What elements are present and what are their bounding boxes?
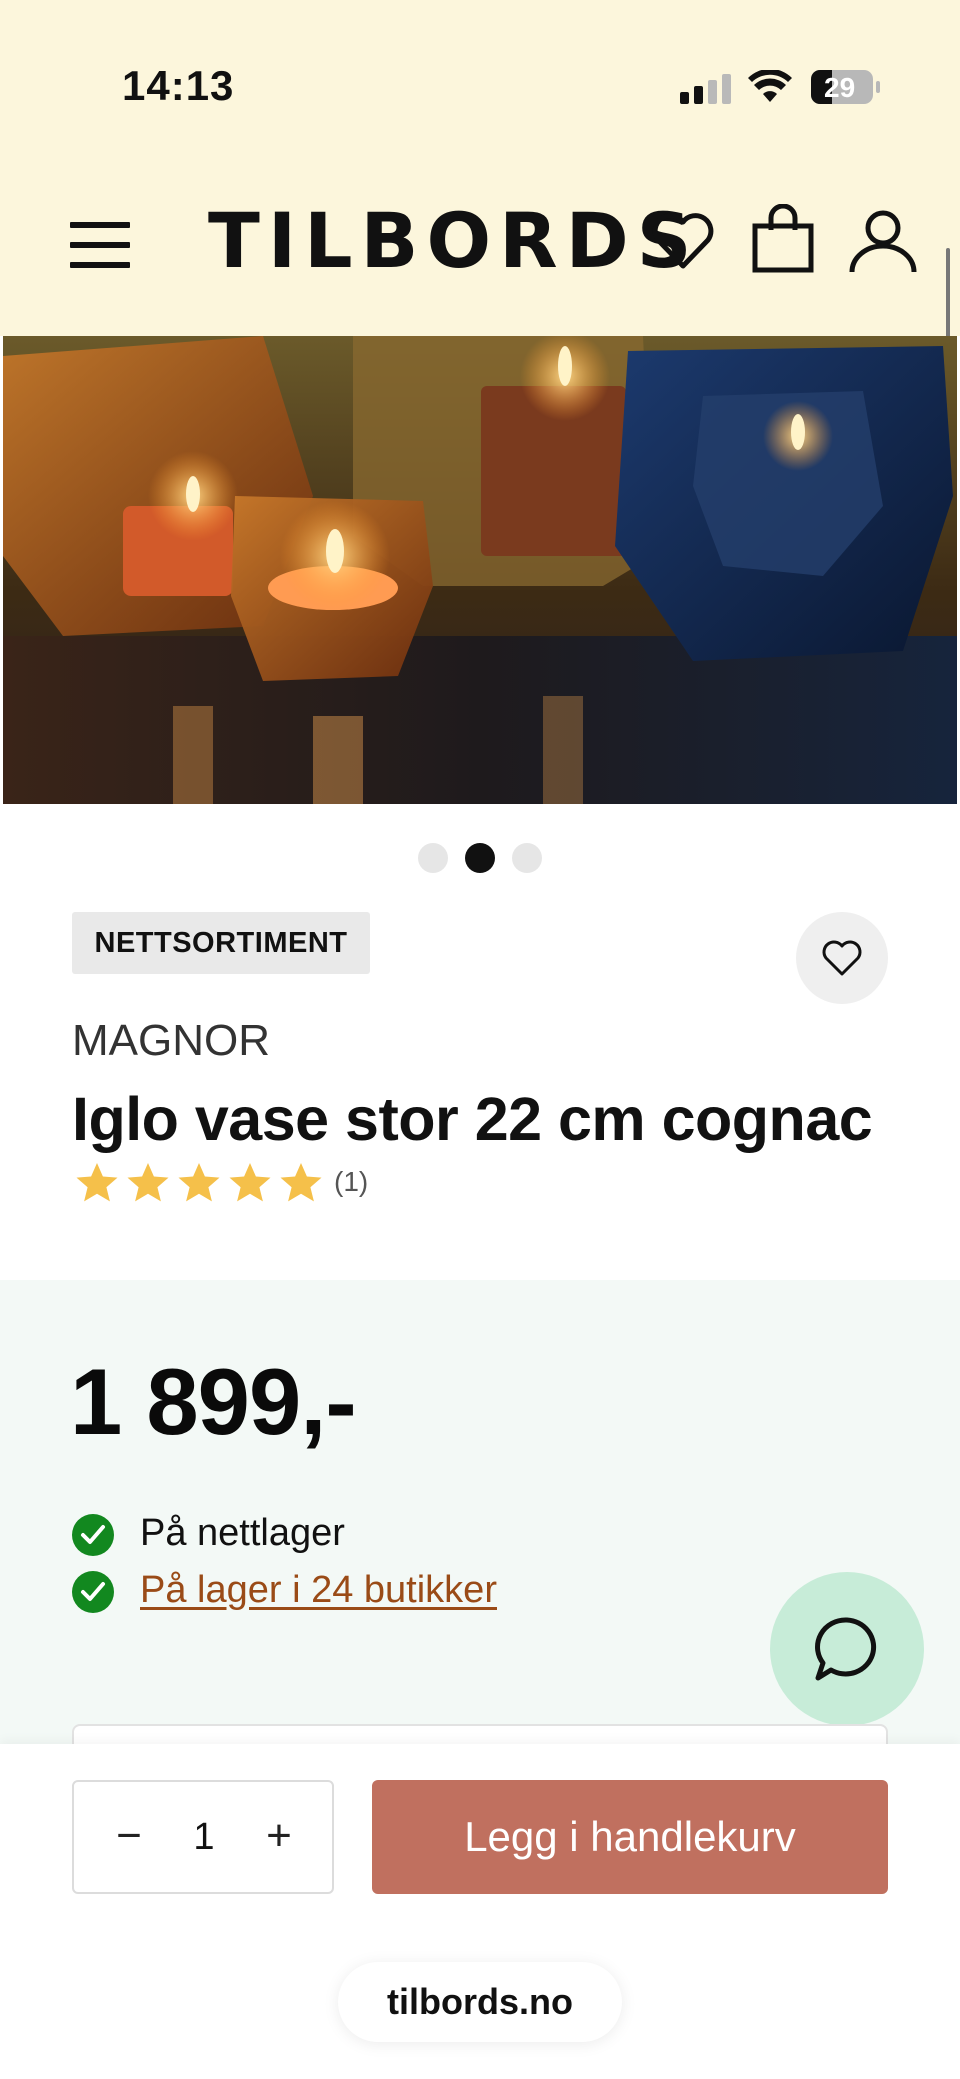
decrease-quantity-button[interactable]: −: [104, 1782, 154, 1892]
chat-bubble-icon: [815, 1617, 877, 1681]
product-badge: NETTSORTIMENT: [72, 912, 370, 974]
check-icon: [72, 1514, 114, 1556]
carousel-dot-1[interactable]: [418, 843, 448, 873]
review-count[interactable]: (1): [334, 1166, 368, 1198]
product-price: 1 899,-: [70, 1349, 357, 1454]
quantity-value[interactable]: 1: [174, 1782, 234, 1892]
product-brand[interactable]: MAGNOR: [72, 1016, 270, 1066]
site-logo[interactable]: TILBORDS: [208, 196, 699, 285]
stock-stores-link[interactable]: På lager i 24 butikker: [140, 1569, 497, 1612]
carousel-dot-3[interactable]: [512, 843, 542, 873]
star-icon: [76, 1163, 118, 1202]
status-time: 14:13: [122, 62, 235, 109]
add-to-cart-button[interactable]: Legg i handlekurv: [372, 1780, 888, 1894]
add-to-wishlist-button[interactable]: [796, 912, 888, 1004]
wifi-icon: [748, 70, 792, 102]
chat-button[interactable]: [770, 1572, 924, 1726]
heart-icon[interactable]: [648, 206, 718, 276]
stock-online-text: På nettlager: [140, 1512, 345, 1554]
shopping-bag-icon[interactable]: [748, 204, 818, 274]
cellular-signal-icon: [680, 74, 732, 104]
heart-icon: [822, 940, 862, 976]
check-icon: [72, 1571, 114, 1613]
increase-quantity-button[interactable]: +: [254, 1782, 304, 1892]
star-icon: [229, 1163, 271, 1202]
star-icon: [280, 1163, 322, 1202]
browser-url-bar[interactable]: tilbords.no: [338, 1962, 622, 2042]
carousel-dot-2[interactable]: [465, 843, 495, 873]
star-icon: [127, 1163, 169, 1202]
battery-level: 29: [824, 72, 856, 103]
user-icon[interactable]: [848, 206, 918, 276]
star-icon: [178, 1163, 220, 1202]
status-bar: 14:13 29: [0, 0, 960, 170]
image-carousel-dots[interactable]: [418, 843, 542, 873]
product-image[interactable]: [3, 336, 957, 804]
battery-icon: 29: [810, 68, 882, 106]
quantity-stepper[interactable]: − 1 +: [72, 1780, 334, 1894]
menu-icon[interactable]: [70, 220, 132, 270]
product-title: Iglo vase stor 22 cm cognac: [72, 1085, 873, 1153]
